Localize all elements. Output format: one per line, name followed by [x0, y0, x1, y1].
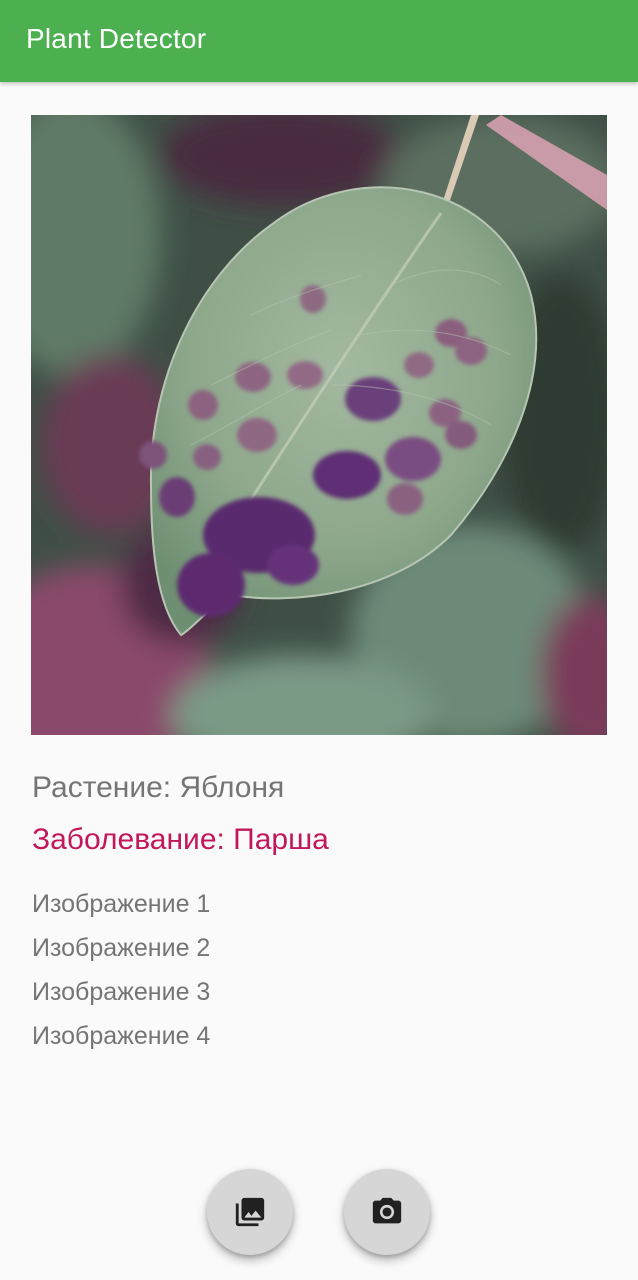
- image-item-3[interactable]: Изображение 3: [32, 975, 210, 1019]
- plant-result: Растение: Яблоня: [32, 771, 285, 804]
- gallery-button[interactable]: [207, 1169, 293, 1255]
- image-item-4[interactable]: Изображение 4: [32, 1019, 210, 1063]
- image-item-1[interactable]: Изображение 1: [32, 887, 210, 931]
- image-list: Изображение 1 Изображение 2 Изображение …: [32, 887, 210, 1063]
- leaf-photo: [31, 115, 607, 735]
- camera-icon: [370, 1195, 404, 1229]
- disease-result: Заболевание: Парша: [32, 823, 329, 856]
- camera-button[interactable]: [344, 1169, 430, 1255]
- image-item-2[interactable]: Изображение 2: [32, 931, 210, 975]
- photo-library-icon: [233, 1195, 267, 1229]
- app-title: Plant Detector: [26, 23, 207, 54]
- app-bar: Plant Detector: [0, 0, 638, 82]
